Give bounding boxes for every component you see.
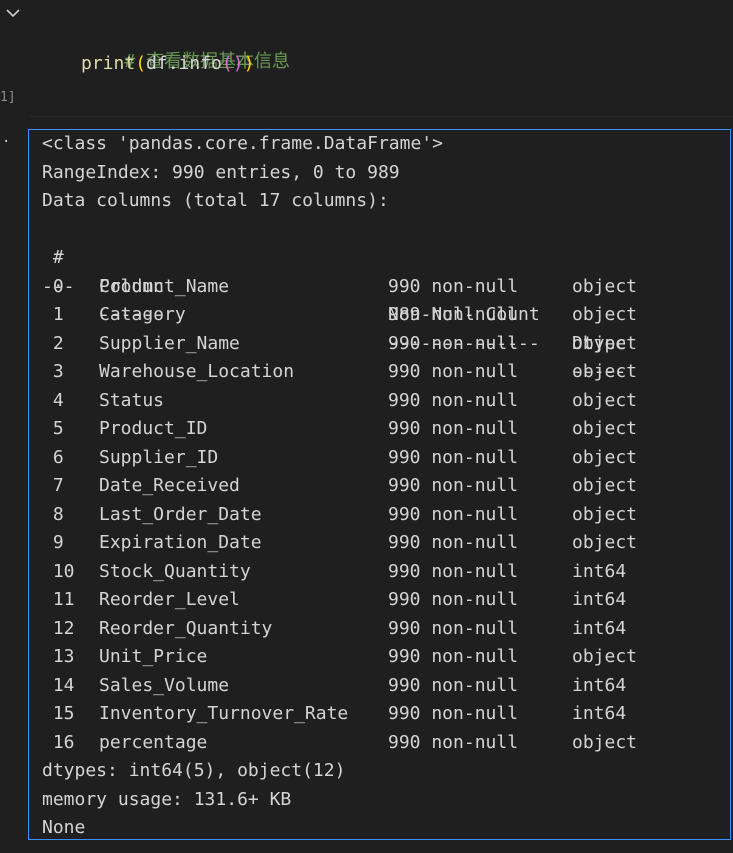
row-dtype: object	[572, 446, 638, 468]
row-dtype: object	[572, 304, 638, 325]
row-column-name: Stock_Quantity	[99, 560, 251, 582]
row-non-null: 990 non-null	[388, 646, 519, 667]
cell-output[interactable]: <class 'pandas.core.frame.DataFrame'> Ra…	[28, 129, 731, 840]
row-dtype: object	[572, 361, 638, 382]
row-column-name: percentage	[99, 731, 208, 753]
row-index: 3	[42, 361, 64, 382]
output-range-index: RangeIndex: 990 entries, 0 to 989	[42, 161, 400, 183]
row-dtype: int64	[572, 674, 627, 696]
row-index: 8	[42, 503, 64, 525]
row-column-name: Product_Name	[99, 275, 230, 297]
row-index: 10	[42, 560, 75, 582]
output-dtypes-line: dtypes: int64(5), object(12)	[42, 760, 346, 781]
row-dtype: int64	[572, 560, 627, 582]
output-table-header: # Column Non-Null Count Dtype	[42, 216, 626, 354]
row-column-name: Expiration_Date	[99, 532, 262, 553]
code-paren-close: )	[243, 53, 255, 74]
chevron-down-icon[interactable]	[3, 3, 23, 23]
row-index: 6	[42, 446, 64, 468]
row-non-null: 990 non-null	[388, 532, 519, 553]
row-index: 4	[42, 389, 64, 411]
row-non-null: 990 non-null	[388, 560, 519, 582]
row-column-name: Last_Order_Date	[99, 503, 262, 525]
code-paren-open: (	[135, 53, 147, 74]
row-dtype: object	[572, 275, 638, 297]
execution-count: 1]	[0, 90, 16, 105]
row-dtype: object	[572, 475, 638, 496]
row-dtype: int64	[572, 617, 627, 639]
output-memory-line: memory usage: 131.6+ KB	[42, 788, 292, 810]
row-dtype: object	[572, 731, 638, 753]
row-non-null: 990 non-null	[388, 389, 519, 411]
output-table-separator: --- ------ -------------- -----	[42, 244, 626, 383]
row-index: 15	[42, 703, 75, 724]
row-dtype: object	[572, 532, 638, 553]
row-column-name: Supplier_Name	[99, 332, 240, 354]
row-index: 12	[42, 617, 75, 639]
row-non-null: 990 non-null	[388, 275, 519, 297]
code-fn-print: print	[81, 53, 136, 74]
output-return-value: None	[42, 817, 86, 838]
row-index: 16	[42, 731, 75, 753]
cell-gutter: 1] ·	[0, 0, 30, 853]
row-index: 7	[42, 475, 64, 496]
row-non-null: 990 non-null	[388, 617, 519, 639]
notebook-view: 1] · # 查看数据基本信息 print(df.info()) <class …	[0, 0, 733, 853]
row-index: 13	[42, 646, 75, 667]
row-column-name: Supplier_ID	[99, 446, 219, 468]
row-column-name: Warehouse_Location	[99, 361, 295, 382]
row-column-name: Catagory	[99, 304, 186, 325]
row-non-null: 989 non-null	[388, 304, 519, 325]
row-non-null: 990 non-null	[388, 418, 519, 439]
row-non-null: 990 non-null	[388, 446, 519, 468]
row-column-name: Sales_Volume	[99, 674, 230, 696]
row-dtype: object	[572, 646, 638, 667]
row-non-null: 990 non-null	[388, 674, 519, 696]
row-index: 0	[42, 275, 64, 297]
row-column-name: Status	[99, 389, 165, 411]
code-call-parens: ()	[221, 53, 244, 74]
row-non-null: 990 non-null	[388, 731, 519, 753]
row-column-name: Reorder_Quantity	[99, 617, 273, 639]
row-column-name: Date_Received	[99, 475, 240, 496]
output-data-columns: Data columns (total 17 columns):	[42, 190, 389, 211]
row-non-null: 990 non-null	[388, 361, 519, 382]
row-dtype: object	[572, 332, 638, 354]
row-dtype: int64	[572, 589, 627, 610]
output-class-line: <class 'pandas.core.frame.DataFrame'>	[42, 133, 443, 154]
row-index: 9	[42, 532, 64, 553]
row-dtype: int64	[572, 703, 627, 724]
row-column-name: Reorder_Level	[99, 589, 240, 610]
row-non-null: 990 non-null	[388, 589, 519, 610]
row-index: 14	[42, 674, 75, 696]
output-menu-icon[interactable]: ·	[2, 134, 10, 150]
row-column-name: Unit_Price	[99, 646, 208, 667]
row-non-null: 990 non-null	[388, 503, 519, 525]
code-arg: df.info	[146, 53, 222, 74]
code-line-print[interactable]: print(df.info())	[81, 50, 254, 78]
row-dtype: object	[572, 389, 638, 411]
row-non-null: 990 non-null	[388, 332, 519, 354]
row-non-null: 990 non-null	[388, 475, 519, 496]
row-index: 1	[42, 304, 64, 325]
row-dtype: object	[572, 503, 638, 525]
row-column-name: Product_ID	[99, 418, 208, 439]
row-column-name: Inventory_Turnover_Rate	[99, 703, 349, 724]
row-index: 11	[42, 589, 75, 610]
row-index: 2	[42, 332, 64, 354]
row-index: 5	[42, 418, 64, 439]
row-non-null: 990 non-null	[388, 703, 519, 724]
row-dtype: object	[572, 418, 638, 439]
